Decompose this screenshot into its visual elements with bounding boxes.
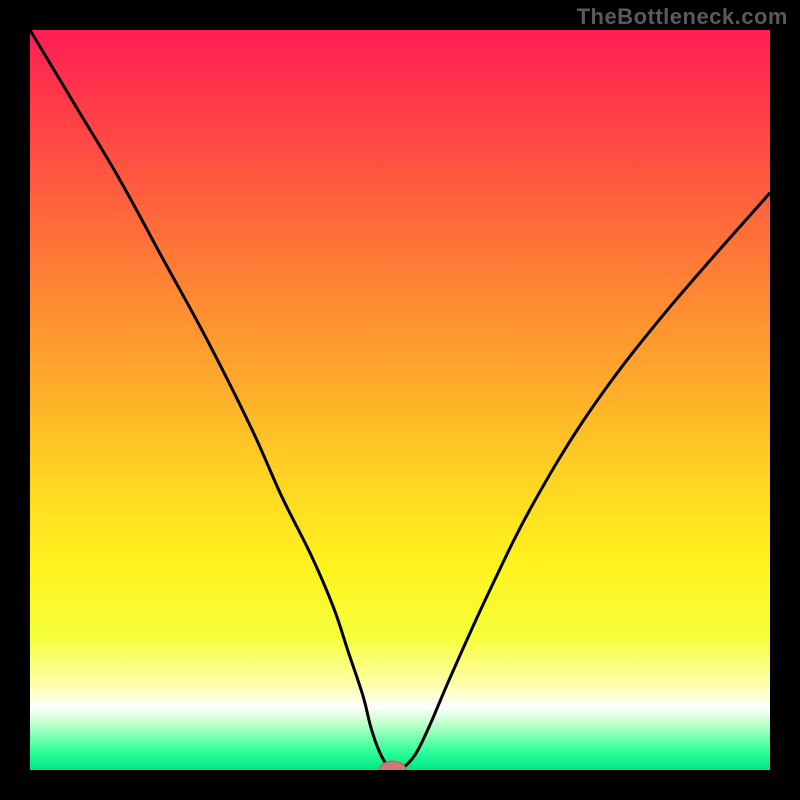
chart-frame: TheBottleneck.com [0,0,800,800]
watermark-text: TheBottleneck.com [577,4,788,30]
plot-svg [30,30,770,770]
gradient-background [30,30,770,770]
plot-area [30,30,770,770]
